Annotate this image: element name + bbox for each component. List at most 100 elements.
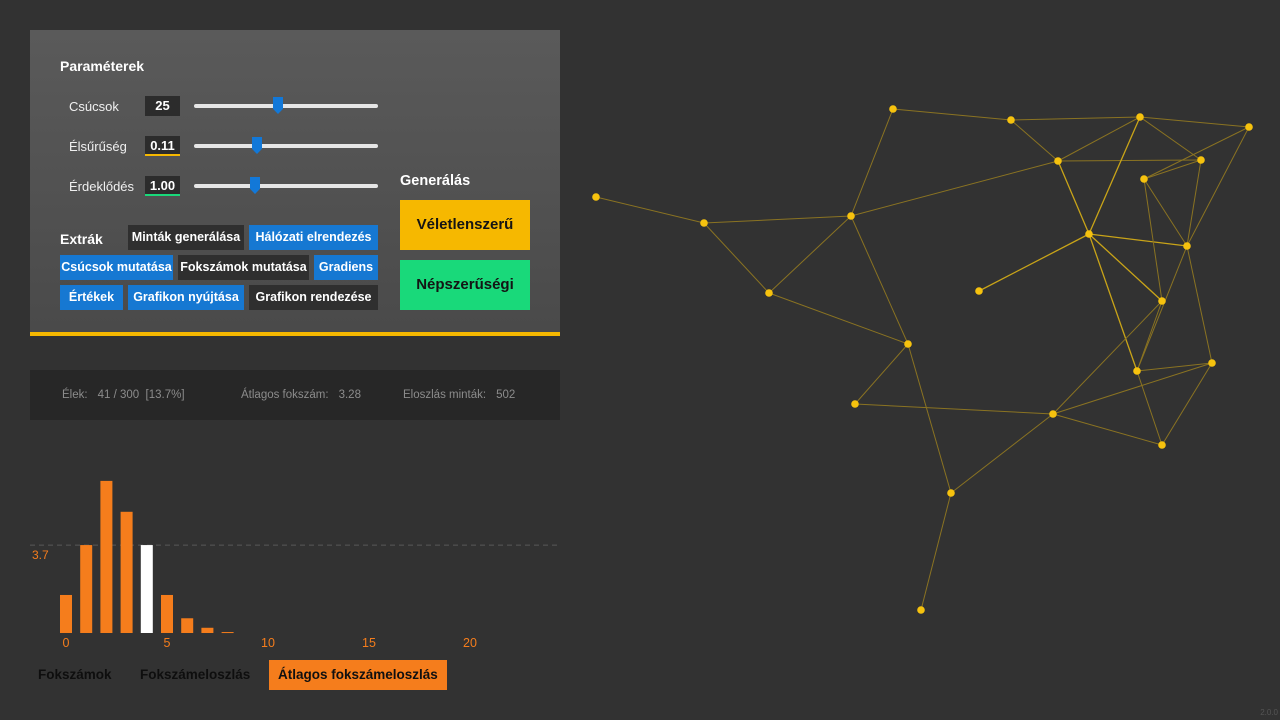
- slider-interest-value: 1.00: [145, 176, 180, 196]
- slider-edge-density-value: 0.11: [145, 136, 180, 156]
- graph-node[interactable]: [1133, 367, 1141, 375]
- x-tick-label: 0: [63, 636, 70, 650]
- stat-samples: Eloszlás minták: 502: [403, 389, 515, 401]
- graph-node[interactable]: [1183, 242, 1191, 250]
- graph-edge: [768, 215, 852, 294]
- popularity-generate-button[interactable]: Népszerűségi: [400, 260, 530, 310]
- graph-node[interactable]: [917, 606, 925, 614]
- graph-edge: [850, 108, 894, 217]
- toggle-stretch-chart[interactable]: Grafikon nyújtása: [128, 285, 244, 310]
- stat-avg-degree-value: 3.28: [338, 389, 361, 401]
- graph-edge: [907, 343, 952, 494]
- histogram-bar: [181, 618, 194, 633]
- histogram-bar: [120, 511, 133, 633]
- toggle-gradient[interactable]: Gradiens: [314, 255, 378, 280]
- graph-edge: [1143, 178, 1188, 247]
- tab-average-degree-distribution[interactable]: Átlagos fokszámeloszlás: [269, 660, 447, 690]
- reference-label: 3.7: [32, 548, 49, 562]
- graph-edge: [950, 413, 1054, 494]
- graph-edge: [1010, 119, 1059, 162]
- graph-node[interactable]: [700, 219, 708, 227]
- graph-edge: [703, 222, 770, 294]
- graph-node[interactable]: [1054, 157, 1062, 165]
- x-tick-label: 15: [362, 636, 376, 650]
- degree-distribution-chart: 3.7 0 5 10 15 20: [30, 480, 560, 650]
- graph-node[interactable]: [889, 105, 897, 113]
- histogram-bar: [161, 594, 173, 633]
- graph-edge: [1143, 126, 1250, 180]
- graph-edge: [1057, 116, 1141, 162]
- stat-samples-value: 502: [496, 389, 516, 401]
- graph-node[interactable]: [1140, 175, 1148, 183]
- x-axis-ticks: 0 5 10 15 20: [63, 636, 477, 650]
- graph-edge: [1088, 233, 1138, 372]
- slider-vertices-track[interactable]: [194, 104, 378, 108]
- graph-node[interactable]: [1158, 297, 1166, 305]
- slider-interest-track[interactable]: [194, 184, 378, 188]
- slider-edge-density-label: Élsűrűség: [69, 139, 127, 154]
- graph-node[interactable]: [1049, 410, 1057, 418]
- graph-edge: [1088, 116, 1141, 235]
- slider-interest[interactable]: Érdeklődés 1.00: [69, 175, 379, 197]
- graph-node[interactable]: [1085, 230, 1093, 238]
- stat-samples-label: Eloszlás minták:: [403, 389, 487, 401]
- slider-edge-density-track[interactable]: [194, 144, 378, 148]
- graph-node[interactable]: [904, 340, 912, 348]
- graph-node[interactable]: [1208, 359, 1216, 367]
- bars: [60, 480, 234, 634]
- graph-node[interactable]: [947, 489, 955, 497]
- generate-label: Generálás: [400, 173, 471, 189]
- stat-edges-label: Élek:: [62, 389, 88, 401]
- x-tick-label: 10: [261, 636, 275, 650]
- random-generate-button[interactable]: Véletlenszerű: [400, 200, 530, 250]
- x-tick-label: 5: [164, 636, 171, 650]
- graph-node[interactable]: [1158, 441, 1166, 449]
- slider-interest-label: Érdeklődés: [69, 179, 135, 194]
- graph-node[interactable]: [765, 289, 773, 297]
- graph-node[interactable]: [592, 193, 600, 201]
- toggle-network-layout[interactable]: Hálózati elrendezés: [249, 225, 378, 250]
- version-label: 2.0.0: [1260, 708, 1278, 717]
- graph-node[interactable]: [1136, 113, 1144, 121]
- histogram-bar: [140, 545, 153, 633]
- slider-vertices[interactable]: Csúcsok 25: [69, 95, 379, 117]
- extras-label: Extrák: [60, 231, 103, 247]
- graph-edge: [1010, 116, 1141, 121]
- graph-edge: [850, 160, 1059, 217]
- slider-edge-density-handle[interactable]: [252, 137, 262, 154]
- toggle-show-degrees[interactable]: Fokszámok mutatása: [178, 255, 309, 280]
- graph-edge: [1161, 362, 1213, 446]
- histogram-bar: [201, 627, 214, 633]
- slider-vertices-handle[interactable]: [273, 97, 283, 114]
- graph-edge: [978, 233, 1090, 292]
- toggle-generate-samples[interactable]: Minták generálása: [128, 225, 244, 250]
- tab-degree-distribution[interactable]: Fokszámeloszlás: [140, 660, 250, 690]
- graph-edge: [1136, 300, 1163, 372]
- parameters-panel: Paraméterek Csúcsok 25 Élsűrűség 0.11 Ér…: [30, 30, 560, 336]
- toggle-values[interactable]: Értékek: [60, 285, 123, 310]
- graph-node[interactable]: [851, 400, 859, 408]
- stat-avg-degree-label: Átlagos fokszám:: [241, 389, 329, 401]
- graph-node[interactable]: [1007, 116, 1015, 124]
- slider-interest-handle[interactable]: [250, 177, 260, 194]
- graph-edge: [1186, 245, 1213, 364]
- stat-avg-degree: Átlagos fokszám: 3.28: [241, 389, 361, 401]
- tab-degrees[interactable]: Fokszámok: [38, 660, 112, 690]
- stat-edges-value: 41 / 300 [13.7%]: [97, 389, 185, 401]
- toggle-show-vertices[interactable]: Csúcsok mutatása: [60, 255, 173, 280]
- graph-edge: [1136, 245, 1188, 372]
- graph-node[interactable]: [1197, 156, 1205, 164]
- toggle-sort-chart[interactable]: Grafikon rendezése: [249, 285, 378, 310]
- graph-nodes: [592, 105, 1253, 614]
- graph-node[interactable]: [975, 287, 983, 295]
- histogram-bar: [100, 480, 113, 633]
- graph-edge: [920, 492, 952, 611]
- slider-edge-density[interactable]: Élsűrűség 0.11: [69, 135, 379, 157]
- graph-node[interactable]: [847, 212, 855, 220]
- graph-edge: [1057, 160, 1090, 235]
- graph-edge: [768, 292, 909, 345]
- network-graph[interactable]: [560, 0, 1280, 720]
- graph-edge: [1052, 362, 1213, 415]
- graph-node[interactable]: [1245, 123, 1253, 131]
- stat-edges: Élek: 41 / 300 [13.7%]: [62, 389, 185, 401]
